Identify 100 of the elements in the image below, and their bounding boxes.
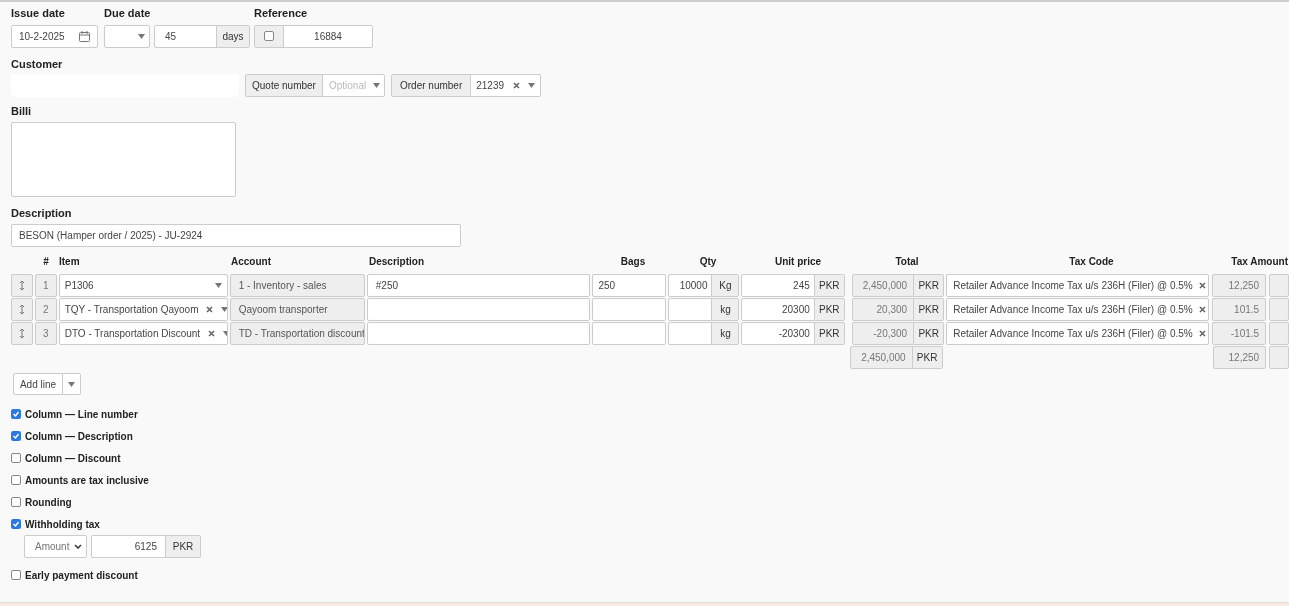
field-label: Customer (11, 56, 64, 72)
total-field: -20,300 PKR (851, 322, 945, 345)
quote-number-select[interactable]: Quote number Optional (245, 74, 385, 97)
days-field[interactable]: 45 days (154, 24, 250, 48)
total-field: 2,450,000 PKR (851, 274, 945, 297)
unit-price-input[interactable]: -20300 PKR (741, 322, 845, 345)
caret-icon (528, 83, 535, 88)
column-header: Item (59, 255, 81, 269)
line-number: 3 (34, 322, 57, 345)
unit-price-input[interactable]: 20300 PKR (741, 298, 845, 321)
vertical-arrows-icon (18, 304, 25, 315)
bags-input[interactable]: 250 (592, 274, 666, 297)
caret-icon (373, 83, 380, 88)
clear-icon[interactable] (1198, 282, 1206, 289)
calendar-icon[interactable] (79, 30, 90, 42)
tax-amount-total: 12,250 (1212, 346, 1267, 369)
bags-input[interactable] (592, 298, 666, 321)
description-input[interactable] (366, 322, 591, 345)
withholding-amount-input[interactable]: 6125 PKR (91, 535, 201, 558)
line-number: 1 (34, 274, 57, 297)
column-header: Tax Code (1068, 255, 1115, 269)
qty-input[interactable]: 10000 Kg (667, 274, 740, 297)
unit-addon: PKR (913, 275, 944, 296)
column-header: Unit price (773, 255, 823, 269)
column-header: Total (894, 255, 920, 269)
checked-checkbox[interactable] (11, 519, 21, 529)
unit-addon: kg (711, 299, 739, 320)
column-header: # (42, 255, 50, 269)
description-field[interactable]: BESON (Hamper order / 2025) - JU-2924 (11, 224, 461, 247)
option-label: Column — Discount (25, 451, 121, 466)
checkbox[interactable] (11, 453, 21, 463)
tax-amount-field: -101.5 (1212, 322, 1267, 345)
drag-handle[interactable] (11, 298, 33, 321)
add-line-button[interactable]: Add line (13, 373, 81, 395)
total-field: 20,300 PKR (851, 298, 945, 321)
unit-addon: Kg (711, 275, 739, 296)
vertical-arrows-icon (18, 328, 25, 339)
caret-icon (221, 307, 227, 312)
field-label: Reference (254, 6, 309, 21)
item-select[interactable]: TQY - Transportation Qayoom (58, 298, 228, 321)
option-label: Column — Line number (25, 407, 138, 422)
column-header: Qty (698, 255, 718, 269)
qty-input[interactable]: kg (667, 298, 740, 321)
item-select[interactable]: DTO - Transportation Discount (58, 322, 228, 345)
checkbox[interactable] (11, 497, 21, 507)
amount-type-select[interactable]: Amount (24, 535, 87, 558)
field-label: Billi (11, 104, 33, 119)
drag-handle[interactable] (11, 274, 33, 297)
unit-addon: PKR (165, 536, 200, 557)
billing-address-field[interactable] (11, 121, 236, 197)
tax-code-select[interactable]: Retailer Advance Income Tax u/s 236H (Filer) @ 0.5% (946, 322, 1210, 345)
option-label: Early payment discount (25, 568, 138, 583)
item-select[interactable]: P1306 (58, 274, 228, 297)
checkbox[interactable] (11, 475, 21, 485)
clear-icon[interactable] (1198, 330, 1206, 337)
checkbox[interactable] (264, 31, 274, 41)
unit-addon: kg (711, 323, 739, 344)
option-label: Column — Description (25, 429, 133, 444)
tax-amount-field: 12,250 (1212, 274, 1267, 297)
field-label: Description (11, 205, 73, 221)
unit-addon: PKR (813, 323, 844, 344)
account-cell: Qayoom transporter (229, 298, 365, 321)
checked-checkbox[interactable] (11, 431, 21, 441)
grand-total-field: 2,450,000 PKR (850, 346, 943, 369)
tax-amount-field: 101.5 (1212, 298, 1267, 321)
checked-checkbox[interactable] (11, 409, 21, 419)
chevron-icon (74, 544, 83, 549)
account-cell: TD - Transportation discount (229, 322, 365, 345)
description-input[interactable] (366, 298, 591, 321)
caret-icon (68, 381, 75, 387)
column-header: Tax Amount (1230, 255, 1288, 269)
date-field[interactable]: 10-2-2025 (11, 24, 98, 48)
unit-addon: PKR (911, 347, 942, 368)
option-label: Amounts are tax inclusive (25, 473, 149, 488)
qty-input[interactable]: kg (667, 322, 740, 345)
caret-icon (138, 33, 145, 39)
drag-handle[interactable] (11, 322, 33, 345)
column-header: Account (231, 255, 272, 269)
clear-icon[interactable] (208, 330, 216, 337)
tax-code-select[interactable]: Retailer Advance Income Tax u/s 236H (Filer) @ 0.5% (946, 298, 1210, 321)
option-label: Withholding tax (25, 517, 100, 532)
clear-icon[interactable] (1198, 306, 1206, 313)
account-cell: 1 - Inventory - sales (229, 274, 365, 297)
description-input[interactable]: #250 (366, 274, 591, 297)
vertical-arrows-icon (18, 280, 25, 291)
clear-icon[interactable] (206, 306, 214, 313)
unit-price-input[interactable]: 245 PKR (741, 274, 845, 297)
tax-code-select[interactable]: Retailer Advance Income Tax u/s 236H (Filer) @ 0.5% (946, 274, 1210, 297)
reference-field[interactable]: 16884 (254, 24, 373, 48)
line-number: 2 (34, 298, 57, 321)
bags-input[interactable] (592, 322, 666, 345)
option-label: Rounding (25, 495, 72, 510)
field-label: Due date (104, 6, 152, 21)
unit-addon: PKR (813, 299, 844, 320)
clear-icon[interactable] (513, 82, 520, 89)
order-number-select[interactable]: Order number 21239 (391, 74, 541, 97)
column-header: Bags (619, 255, 647, 269)
checkbox[interactable] (11, 570, 21, 580)
field-label: Issue date (11, 6, 66, 21)
unit-addon: PKR (913, 299, 944, 320)
